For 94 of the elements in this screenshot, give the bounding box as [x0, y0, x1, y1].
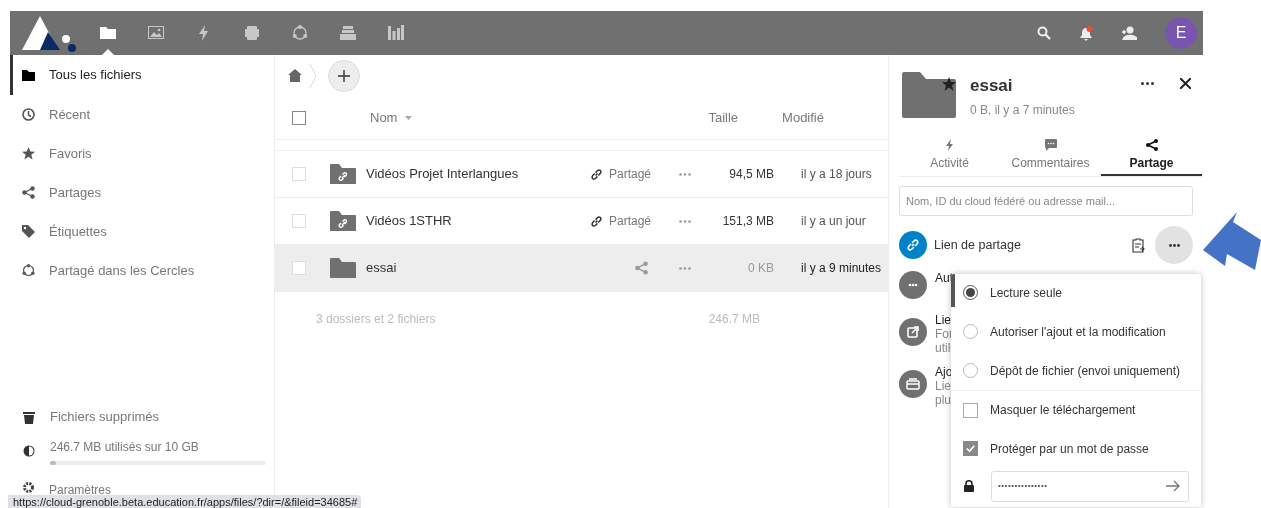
gear-icon[interactable] [22, 481, 35, 494]
share-icon[interactable] [635, 261, 648, 275]
menu-option[interactable]: Lecture seule [951, 274, 1201, 312]
menu-option[interactable]: Protéger par un mot de passe [951, 429, 1201, 468]
tag-icon [22, 225, 35, 238]
bar-chart-icon [388, 25, 404, 41]
sidebar-item[interactable]: Partages [10, 173, 274, 212]
menu-option[interactable]: Dépôt de fichier (envoi uniquement) [951, 351, 1201, 390]
more-icon [1168, 243, 1180, 247]
image-icon [148, 25, 164, 41]
checkbox[interactable] [963, 441, 978, 456]
external-link-icon [906, 325, 920, 339]
stack-icon [340, 25, 356, 41]
password-value: ••••••••••••••• [998, 480, 1048, 492]
modified-date: il y a 18 jours [801, 166, 872, 183]
menu-option[interactable]: Autoriser l'ajout et la modification [951, 312, 1201, 351]
column-header[interactable]: Nom [370, 107, 398, 128]
sidebar-item[interactable]: Partagé dans les Cercles [10, 251, 274, 290]
file-row[interactable]: essai 0 KB il y a 9 minutes [275, 245, 888, 292]
sidebar-item[interactable]: Récent [10, 95, 274, 134]
star-icon [22, 147, 35, 160]
share-link-label: Lien de partage [934, 236, 1021, 254]
share-search-field[interactable]: Nom, ID du cloud fédéré ou adresse mail... [899, 186, 1193, 216]
file-subtitle: 0 B, il y a 7 minutes [970, 102, 1075, 119]
plus-icon [338, 69, 350, 82]
trash-icon [23, 410, 35, 424]
modified-date: il y a 9 minutes [801, 260, 882, 277]
more-icon[interactable] [1141, 82, 1154, 85]
breadcrumb-separator-icon [309, 62, 317, 89]
check-icon [965, 443, 976, 454]
share-search-input[interactable]: Nom, ID du cloud fédéré ou adresse mail... [900, 192, 1192, 210]
notifications-icon[interactable] [1079, 25, 1093, 41]
row-checkbox[interactable] [292, 167, 306, 181]
clock-icon [22, 108, 35, 121]
share-entry-text: For [935, 327, 953, 341]
details-tab[interactable]: Partage [1101, 136, 1202, 176]
clipboard-icon[interactable] [1132, 237, 1145, 253]
sidebar-item[interactable]: Favoris [10, 134, 274, 173]
file-name[interactable]: Vidéos Projet Interlangues [366, 164, 571, 184]
sidebar-item[interactable]: Étiquettes [10, 212, 274, 251]
checkbox[interactable] [963, 402, 978, 418]
link-icon [906, 238, 920, 252]
user-avatar[interactable]: E [1165, 17, 1197, 49]
file-name[interactable]: essai [366, 258, 571, 278]
file-size: 0 KB [747, 260, 774, 277]
sidebar-item[interactable]: Tous les fichiers [10, 55, 274, 95]
sort-caret-icon[interactable] [405, 115, 413, 120]
column-header[interactable]: Modifié [782, 107, 824, 128]
file-name[interactable]: Vidéos 1STHR [366, 211, 571, 231]
search-icon[interactable] [1037, 26, 1051, 40]
lock-icon [964, 480, 974, 492]
shared-folder-icon [330, 164, 356, 184]
share-status[interactable]: Partagé [608, 165, 651, 183]
share-entry-text: util [935, 341, 952, 355]
circles-icon [22, 264, 35, 277]
select-all-checkbox[interactable] [292, 110, 306, 125]
folder-icon [330, 258, 356, 278]
column-header[interactable]: Taille [708, 107, 739, 128]
share-entry-text: Lie [935, 379, 952, 393]
row-checkbox[interactable] [292, 214, 306, 228]
share-entry-text: Lie [935, 313, 952, 327]
folder-icon [901, 72, 956, 118]
share-entry-text: plu [935, 393, 952, 407]
lightning-icon [943, 138, 956, 151]
file-size: 151,3 MB [721, 213, 774, 230]
submit-arrow-icon[interactable] [1166, 480, 1180, 492]
star-icon[interactable] [942, 77, 956, 91]
link-icon [589, 214, 603, 228]
share-icon [22, 186, 35, 199]
folder-icon [100, 25, 116, 41]
row-checkbox[interactable] [292, 261, 306, 275]
windows-icon [906, 377, 920, 391]
total-size: 246.7 MB [708, 311, 760, 328]
shared-folder-icon [330, 211, 356, 231]
folder-icon [22, 68, 35, 82]
contacts-icon[interactable] [1121, 26, 1137, 40]
details-tab[interactable]: Activité [899, 136, 1000, 176]
file-title: essai [970, 75, 1014, 97]
storage-usage: 246.7 MB utilisés sur 10 GB [50, 439, 200, 456]
circles-icon [292, 25, 308, 41]
link-icon [589, 167, 603, 181]
pie-chart-icon [23, 445, 35, 457]
new-button[interactable] [328, 59, 360, 92]
home-icon[interactable] [288, 69, 302, 82]
file-count-summary: 3 dossiers et 2 fichiers [316, 311, 436, 328]
password-field[interactable]: ••••••••••••••• [991, 470, 1189, 502]
share-status[interactable]: Partagé [608, 212, 651, 230]
sidebar-item[interactable]: Fichiers supprimés [50, 407, 160, 427]
comment-icon [1044, 138, 1057, 151]
file-size: 94,5 MB [728, 166, 774, 183]
share-icon [1145, 138, 1158, 151]
modified-date: il y a un jour [801, 213, 866, 230]
close-icon[interactable] [1180, 78, 1191, 89]
details-tab[interactable]: Commentaires [1000, 136, 1101, 176]
